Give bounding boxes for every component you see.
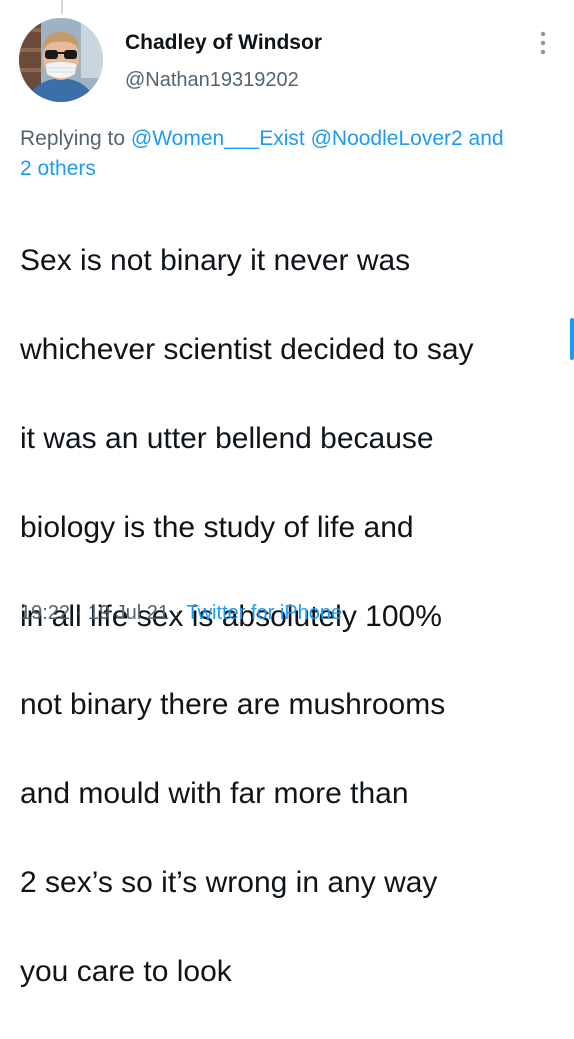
replying-to-line: Replying to @Women___Exist @NoodleLover2… [20,124,560,184]
tweet-date[interactable]: 19 Jul 21 [88,602,169,624]
thread-connector-line [61,0,63,14]
mention-link[interactable]: @Women___Exist [131,127,305,150]
meta-separator: · [75,602,83,624]
tweet-text-line: you care to look [20,954,232,988]
replying-to-label: Replying to [20,127,126,150]
author-handle[interactable]: @Nathan19319202 [125,68,322,92]
tweet-text-line: it was an utter bellend because [20,422,434,456]
mention-link[interactable]: @NoodleLover2 [311,127,463,150]
author-display-name[interactable]: Chadley of Windsor [125,30,322,56]
tweet-source-link[interactable]: Twitter for iPhone [186,602,342,624]
profile-photo-icon [19,18,103,102]
tweet-text-line: whichever scientist decided to say [20,333,474,367]
tweet-text-line: biology is the study of life and [20,510,414,544]
tweet-header: Chadley of Windsor @Nathan19319202 [125,30,322,92]
tweet-time[interactable]: 19:22 [20,602,70,624]
vertical-ellipsis-icon [540,31,546,55]
scrollbar-thumb[interactable] [570,318,574,360]
tweet-text-line: Sex is not binary it never was [20,244,411,278]
tweet-metadata: 19:22 · 19 Jul 21 · Twitter for iPhone [20,600,342,626]
replying-conjunction: and [468,127,504,150]
others-link[interactable]: 2 others [20,157,96,180]
more-options-button[interactable] [538,30,548,58]
meta-separator: · [174,602,182,624]
tweet-text-line: and mould with far more than [20,777,409,811]
tweet-text-line: not binary there are mushrooms [20,688,446,722]
avatar[interactable] [19,18,103,102]
tweet-text-line: 2 sex’s so it’s wrong in any way [20,866,438,900]
